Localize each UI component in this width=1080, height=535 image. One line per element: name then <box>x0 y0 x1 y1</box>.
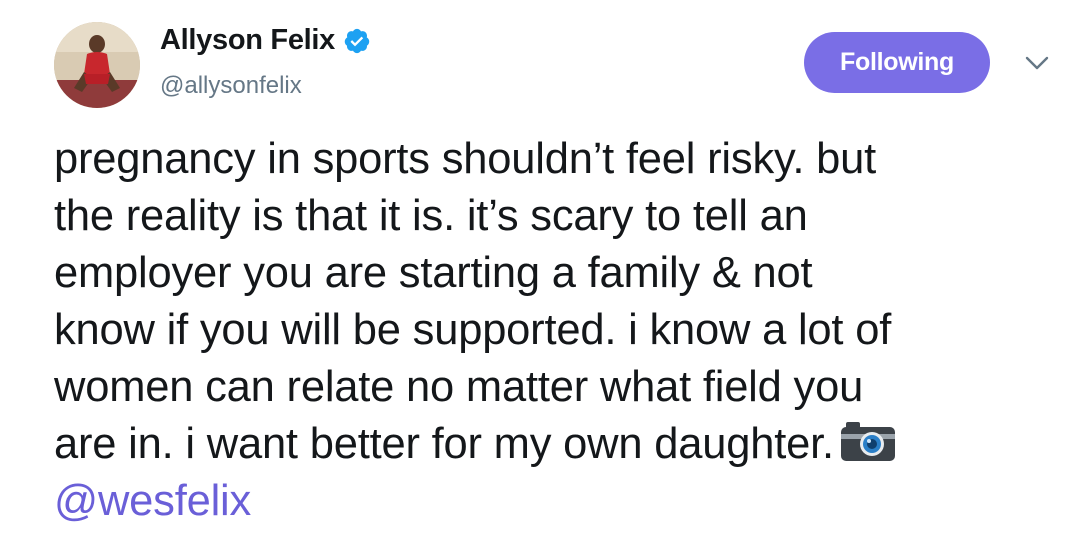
verified-badge-icon <box>344 28 370 53</box>
display-name[interactable]: Allyson Felix <box>160 24 335 57</box>
tweet-line: the reality is that it is. it’s scary to… <box>54 192 808 240</box>
avatar[interactable] <box>54 22 140 108</box>
name-row: Allyson Felix <box>160 24 371 57</box>
tweet-card: Allyson Felix @allysonfelix Following pr… <box>0 0 1080 535</box>
tweet-text: pregnancy in sports shouldn’t feel risky… <box>54 131 1054 530</box>
tweet-line: know if you will be supported. i know a … <box>54 306 892 354</box>
tweet-line-last: are in. i want better for my own daughte… <box>54 416 1054 473</box>
tweet-line: women can relate no matter what field yo… <box>54 363 864 411</box>
mention-link[interactable]: @wesfelix <box>54 473 1054 530</box>
tweet-line: employer you are starting a family & not <box>54 249 813 297</box>
user-handle[interactable]: @allysonfelix <box>160 72 302 100</box>
tweet-line: pregnancy in sports shouldn’t feel risky… <box>54 135 876 183</box>
tweet-line: are in. i want better for my own daughte… <box>54 420 834 468</box>
camera-icon <box>840 422 895 461</box>
following-button[interactable]: Following <box>804 32 990 93</box>
chevron-down-icon[interactable] <box>1022 50 1052 76</box>
